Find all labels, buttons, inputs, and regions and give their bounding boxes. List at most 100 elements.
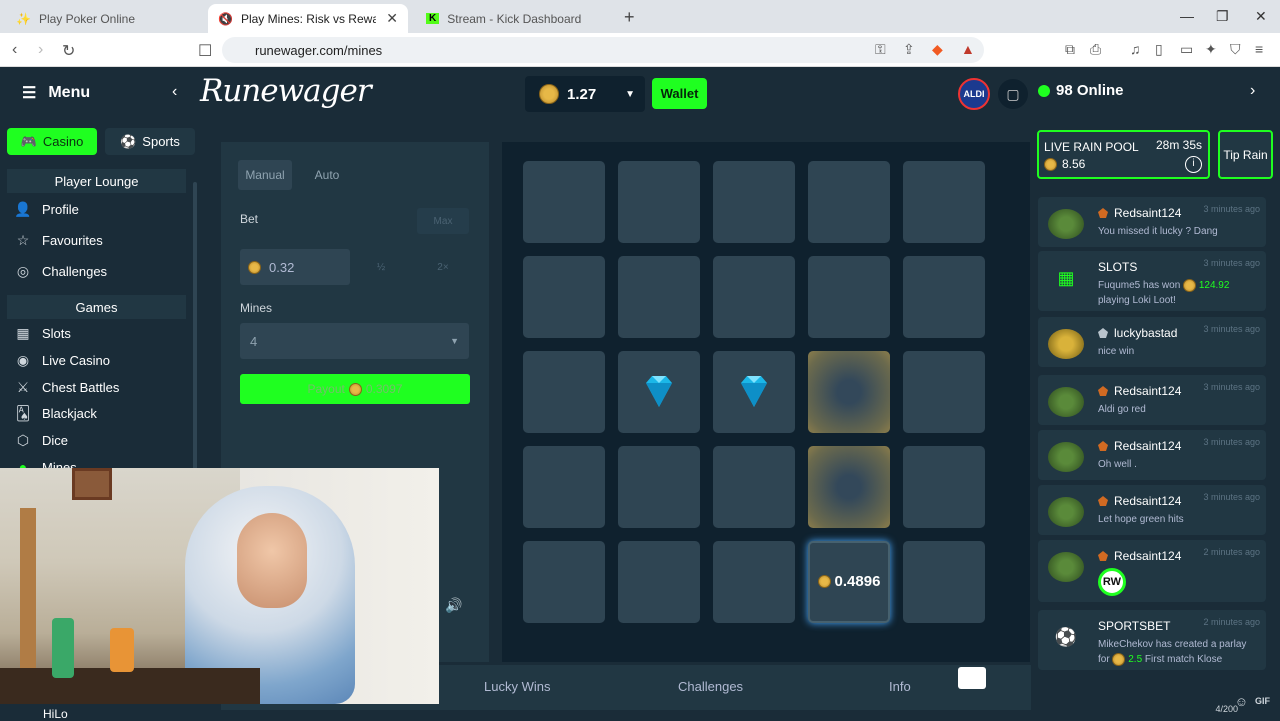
chat-username[interactable]: luckybastad xyxy=(1114,326,1177,340)
tab-info[interactable]: Info xyxy=(889,679,911,694)
chat-username[interactable]: Redsaint124 xyxy=(1114,206,1181,220)
support-chat-icon[interactable] xyxy=(958,667,986,689)
mine-tile[interactable] xyxy=(713,541,795,623)
mine-tile[interactable] xyxy=(523,446,605,528)
mute-icon[interactable]: 🔇 xyxy=(218,12,233,26)
wallet-ext-icon[interactable]: ▭ xyxy=(1180,41,1193,58)
double-bet-button[interactable]: 2× xyxy=(417,249,469,285)
speaker-icon[interactable]: 🔊 xyxy=(445,597,462,614)
close-tab-icon[interactable]: ✕ xyxy=(386,10,398,27)
share-icon[interactable]: ⇪ xyxy=(903,41,915,58)
chat-time: 3 minutes ago xyxy=(1203,204,1260,214)
tab-lucky-wins[interactable]: Lucky Wins xyxy=(484,679,550,694)
wallet-button[interactable]: Wallet xyxy=(652,78,707,109)
tab-title: Play Poker Online xyxy=(38,11,135,26)
tab-casino[interactable]: 🎮 Casino xyxy=(7,128,97,155)
gif-button[interactable]: GIF xyxy=(1255,696,1270,706)
mine-tile[interactable] xyxy=(808,256,890,338)
mine-tile[interactable] xyxy=(618,541,700,623)
balance-dropdown[interactable]: 1.27 ▼ xyxy=(525,76,645,112)
mine-tile[interactable] xyxy=(808,161,890,243)
mine-tile[interactable] xyxy=(713,256,795,338)
chat-username[interactable]: Redsaint124 xyxy=(1114,549,1181,563)
browser-tab[interactable]: K Stream - Kick Dashboard xyxy=(416,4,616,33)
chevron-down-icon: ▼ xyxy=(625,88,635,100)
mine-tile[interactable] xyxy=(903,351,985,433)
chat-username[interactable]: Redsaint124 xyxy=(1114,384,1181,398)
screenshot-icon[interactable]: ⎙ xyxy=(1090,41,1101,58)
mine-tile[interactable] xyxy=(713,161,795,243)
mode-manual[interactable]: Manual xyxy=(238,160,292,190)
browser-tab[interactable]: ✨ Play Poker Online xyxy=(6,4,206,33)
back-icon[interactable]: ‹ xyxy=(12,41,17,59)
tab-sports[interactable]: ⚽ Sports xyxy=(105,128,195,155)
chat-username[interactable]: Redsaint124 xyxy=(1114,439,1181,453)
browser-tab-active[interactable]: 🔇 Play Mines: Risk vs Reward - R ✕ xyxy=(208,4,408,33)
chat-toggle-icon[interactable]: ▢ xyxy=(998,79,1028,109)
chat-username[interactable]: Redsaint124 xyxy=(1114,494,1181,508)
rewards-icon[interactable]: ▲ xyxy=(961,41,975,57)
mine-tile[interactable] xyxy=(903,256,985,338)
sidebar-item-live-casino[interactable]: ◉ Live Casino xyxy=(14,349,110,371)
mine-tile[interactable] xyxy=(523,541,605,623)
user-avatar[interactable]: ALDI xyxy=(958,78,990,110)
tab-challenges[interactable]: Challenges xyxy=(678,679,743,694)
site-logo[interactable]: Runewager xyxy=(200,73,372,109)
mine-tile[interactable] xyxy=(523,351,605,433)
mine-tile[interactable] xyxy=(618,256,700,338)
mine-tile[interactable] xyxy=(903,541,985,623)
leo-icon[interactable]: ✦ xyxy=(1205,41,1217,58)
address-bar: ‹ › ↻ ☐ runewager.com/mines ⚿ ⇪ ◆ ▲ ⧉ ⎙ … xyxy=(0,33,1280,67)
media-icon[interactable]: ♫ xyxy=(1130,41,1141,57)
maximize-icon[interactable]: ❐ xyxy=(1216,8,1229,25)
collapse-sidebar-icon[interactable]: ‹ xyxy=(172,83,177,101)
close-window-icon[interactable]: ✕ xyxy=(1255,8,1267,25)
mine-tile[interactable] xyxy=(713,446,795,528)
chat-message: Redsaint124 2 minutes ago RW xyxy=(1038,540,1266,602)
close-chat-icon[interactable]: › xyxy=(1250,82,1255,100)
mine-tile[interactable] xyxy=(903,161,985,243)
sidebar-item-hilo[interactable]: HiLo xyxy=(43,707,68,721)
sidebar-item-favourites[interactable]: ☆ Favourites xyxy=(14,229,103,251)
sidebar-icon[interactable]: ▯ xyxy=(1155,41,1163,58)
brave-shield-icon[interactable]: ◆ xyxy=(932,41,943,58)
mine-tile[interactable] xyxy=(903,446,985,528)
tip-rain-button[interactable]: Tip Rain xyxy=(1218,130,1273,179)
menu-button[interactable]: ☰ Menu xyxy=(22,83,90,103)
mine-tile[interactable] xyxy=(523,161,605,243)
info-icon[interactable]: i xyxy=(1185,156,1202,173)
rank-icon xyxy=(1098,551,1108,561)
sidebar-item-blackjack[interactable]: 🂡 Blackjack xyxy=(14,402,97,424)
browser-menu-icon[interactable]: ≡ xyxy=(1255,41,1263,57)
sidebar-item-chest-battles[interactable]: ⚔ Chest Battles xyxy=(14,376,120,398)
reload-icon[interactable]: ↻ xyxy=(62,41,75,61)
sidebar-item-dice[interactable]: ⬡ Dice xyxy=(14,429,68,451)
mines-select[interactable]: 4 ▼ xyxy=(240,323,469,359)
coin-icon xyxy=(1183,278,1197,292)
mine-tile[interactable] xyxy=(618,446,700,528)
extensions-icon[interactable]: ⧉ xyxy=(1065,41,1075,58)
new-tab-icon[interactable]: + xyxy=(624,7,635,28)
vpn-icon[interactable]: ⛉ xyxy=(1230,41,1241,58)
url-field[interactable]: runewager.com/mines xyxy=(222,37,984,63)
sidebar-item-profile[interactable]: 👤 Profile xyxy=(14,198,79,220)
max-bet-button[interactable]: Max xyxy=(417,208,469,234)
mine-tile[interactable] xyxy=(523,256,605,338)
key-icon[interactable]: ⚿ xyxy=(875,41,886,58)
chat-username: SLOTS xyxy=(1098,260,1138,274)
coin-icon xyxy=(1112,652,1126,666)
mine-tile[interactable] xyxy=(618,161,700,243)
half-bet-button[interactable]: ½ xyxy=(355,249,407,285)
minimize-icon[interactable]: — xyxy=(1180,8,1194,24)
bet-amount-input[interactable]: 0.32 xyxy=(240,249,350,285)
ball-icon: ⚽ xyxy=(120,133,137,149)
sidebar-item-slots[interactable]: ▦ Slots xyxy=(14,322,71,344)
mode-auto[interactable]: Auto xyxy=(300,160,354,190)
webcam-desk xyxy=(0,668,260,704)
win-text: Fuqume5 has won xyxy=(1098,280,1181,291)
bookmark-icon[interactable]: ☐ xyxy=(198,41,212,61)
forward-icon[interactable]: › xyxy=(38,41,43,59)
chat-text: nice win xyxy=(1098,346,1135,357)
payout-button[interactable]: Payout 0.3097 xyxy=(240,374,470,404)
sidebar-item-challenges[interactable]: ◎ Challenges xyxy=(14,260,107,282)
